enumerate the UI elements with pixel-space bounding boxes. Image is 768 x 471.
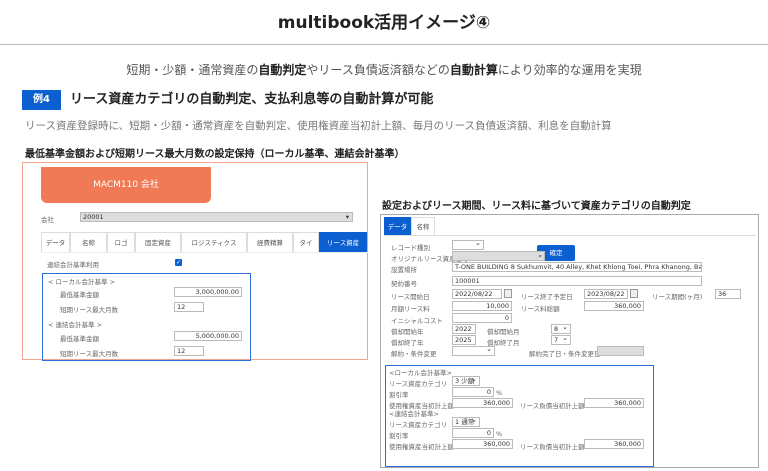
- category-label: リース資産カテゴリ: [389, 380, 448, 388]
- max-months-label: 短期リース最大月数: [60, 306, 119, 314]
- page-title: multibook活用イメージ④: [277, 13, 491, 33]
- consol-header: < 連結会計基準 >: [48, 321, 103, 329]
- subtitle-text: やリース負債返済額などの: [306, 63, 450, 77]
- consol-max-months-input[interactable]: 12: [174, 346, 204, 356]
- end-label: リース終了予定日: [521, 293, 573, 301]
- start-label: リース開始日: [391, 293, 430, 301]
- consol-min-amount-input[interactable]: 5,000,000.00: [174, 331, 242, 341]
- company-banner: MACM110 会社: [41, 167, 211, 203]
- local-category-select[interactable]: 3 少額: [452, 376, 480, 386]
- company-select[interactable]: 20001 ▾: [80, 212, 353, 222]
- record-type-label: レコード種別: [391, 244, 430, 252]
- company-value: 20001: [83, 213, 104, 221]
- tab-divider: [41, 252, 369, 253]
- subtitle: 短期・少額・通常資産の自動判定やリース負債返済額などの自動計算により効率的な運用…: [0, 61, 768, 78]
- liability-label: リース負債当初計上額: [520, 443, 585, 451]
- tab-name[interactable]: 名称: [411, 217, 435, 235]
- min-amount-label: 最低基準金額: [60, 335, 99, 343]
- cancel-date-label: 解約完了日・条件変更日: [529, 350, 601, 358]
- right-caption: 設定およびリース期間、リース料に基づいて資産カテゴリの自動判定: [382, 201, 691, 212]
- left-caption: 最低基準金額および短期リース最大月数の設定保持（ローカル基準、連結会計基準）: [25, 149, 405, 160]
- tab-6[interactable]: タイ: [293, 232, 319, 252]
- original-no-input[interactable]: ⌕: [452, 251, 545, 261]
- liability-label: リース負債当初計上額: [520, 402, 585, 410]
- dep-start-year-input[interactable]: 2022: [452, 324, 476, 334]
- term-input[interactable]: 36: [715, 289, 741, 299]
- right-screenshot: データ 名称 確定 レコード種別 オリジナルリース資産番号 ⌕ 設置場所 T-O…: [380, 214, 759, 468]
- rate-label: 割引率: [389, 432, 409, 440]
- dep-end-year-input[interactable]: 2025: [452, 335, 476, 345]
- record-type-select[interactable]: [452, 240, 484, 250]
- dep-start-month-select[interactable]: 8: [551, 324, 571, 334]
- consolidated-label: 連結会計基準利用: [47, 261, 99, 269]
- initial-input[interactable]: 0: [452, 313, 512, 323]
- calendar-icon[interactable]: [504, 289, 512, 298]
- dep-end-year-label: 償却終了年: [391, 339, 424, 347]
- category-label: リース資産カテゴリ: [389, 421, 448, 429]
- calendar-icon[interactable]: [630, 289, 638, 298]
- subtitle-text: 短期・少額・通常資産の: [126, 63, 259, 77]
- rou-label: 使用権資産当初計上額: [389, 443, 454, 451]
- dep-start-year-label: 償却開始年: [391, 328, 424, 336]
- subtitle-text: により効率的な運用を実現: [497, 63, 642, 77]
- cancel-select[interactable]: [452, 346, 495, 356]
- percent-unit: %: [496, 430, 503, 438]
- max-months-label: 短期リース最大月数: [60, 350, 119, 358]
- consol-rate-input[interactable]: 0: [452, 428, 494, 438]
- total-input[interactable]: 360,000: [584, 301, 644, 311]
- tab-3[interactable]: 固定資産: [135, 232, 181, 252]
- local-rou-input[interactable]: 360,000: [452, 398, 513, 408]
- tab-data[interactable]: データ: [384, 217, 411, 235]
- left-screenshot: MACM110 会社 会社 20001 ▾ データ 名称 ロゴ 固定資産 ロジスティクス経…: [22, 162, 369, 361]
- monthly-label: 月額リース料: [391, 305, 430, 313]
- tab-5[interactable]: 経費精算: [247, 232, 293, 252]
- contract-no-label: 契約番号: [391, 280, 417, 288]
- search-icon[interactable]: ⌕: [538, 252, 542, 260]
- rate-label: 割引率: [389, 391, 409, 399]
- tab-divider: [384, 235, 756, 236]
- dep-end-month-select[interactable]: 7: [551, 335, 571, 345]
- company-label: 会社: [41, 216, 54, 224]
- percent-unit: %: [496, 389, 503, 397]
- local-liability-input[interactable]: 360,000: [584, 398, 644, 408]
- contract-no-input[interactable]: 100001: [452, 276, 702, 286]
- dep-start-month-label: 償却開始月: [487, 328, 520, 336]
- term-label: リース期間(ヶ月): [652, 293, 703, 301]
- example-badge: 例4: [22, 90, 61, 110]
- tab-4[interactable]: ロジスティクス: [181, 232, 247, 252]
- tab-2[interactable]: ロゴ: [107, 232, 135, 252]
- min-amount-label: 最低基準金額: [60, 291, 99, 299]
- tab-1[interactable]: 名称: [70, 232, 107, 252]
- subtitle-bold: 自動計算: [449, 63, 498, 77]
- example-description: リース資産登録時に、短期・少額・通常資産を自動判定、使用権資産当初計上額、毎月の…: [25, 120, 612, 132]
- start-date-input[interactable]: 2022/08/22: [452, 289, 502, 299]
- example-heading: リース資産カテゴリの自動判定、支払利息等の自動計算が可能: [70, 92, 434, 107]
- monthly-input[interactable]: 10,000: [452, 301, 512, 311]
- dropdown-arrow-icon: ▾: [345, 213, 349, 221]
- local-rate-input[interactable]: 0: [452, 387, 494, 397]
- tab-7[interactable]: リース資産: [319, 232, 367, 252]
- location-label: 設置場所: [391, 266, 417, 274]
- local-header: <ローカル会計基準>: [389, 369, 452, 377]
- local-min-amount-input[interactable]: 3,000,000.00: [174, 287, 242, 297]
- location-input[interactable]: T-ONE BUILDING 8 Sukhumvit, 40 Alley, Kh…: [452, 262, 702, 272]
- total-label: リース料総額: [521, 305, 560, 313]
- tab-0[interactable]: データ: [41, 232, 70, 252]
- local-header: < ローカル会計基準 >: [48, 278, 116, 286]
- consol-header: <連結会計基準>: [389, 410, 439, 418]
- consolidated-checkbox[interactable]: ✓: [175, 259, 182, 266]
- local-max-months-input[interactable]: 12: [174, 302, 204, 312]
- divider: [0, 44, 768, 45]
- consol-liability-input[interactable]: 360,000: [584, 439, 644, 449]
- subtitle-bold: 自動判定: [258, 63, 307, 77]
- consol-rou-input[interactable]: 360,000: [452, 439, 513, 449]
- cancel-date-input[interactable]: [597, 346, 644, 356]
- initial-label: イニシャルコスト: [391, 317, 443, 325]
- consol-category-select[interactable]: 1 通常: [452, 417, 480, 427]
- end-date-input[interactable]: 2023/08/22: [584, 289, 628, 299]
- cancel-label: 解約・条件変更: [391, 350, 437, 358]
